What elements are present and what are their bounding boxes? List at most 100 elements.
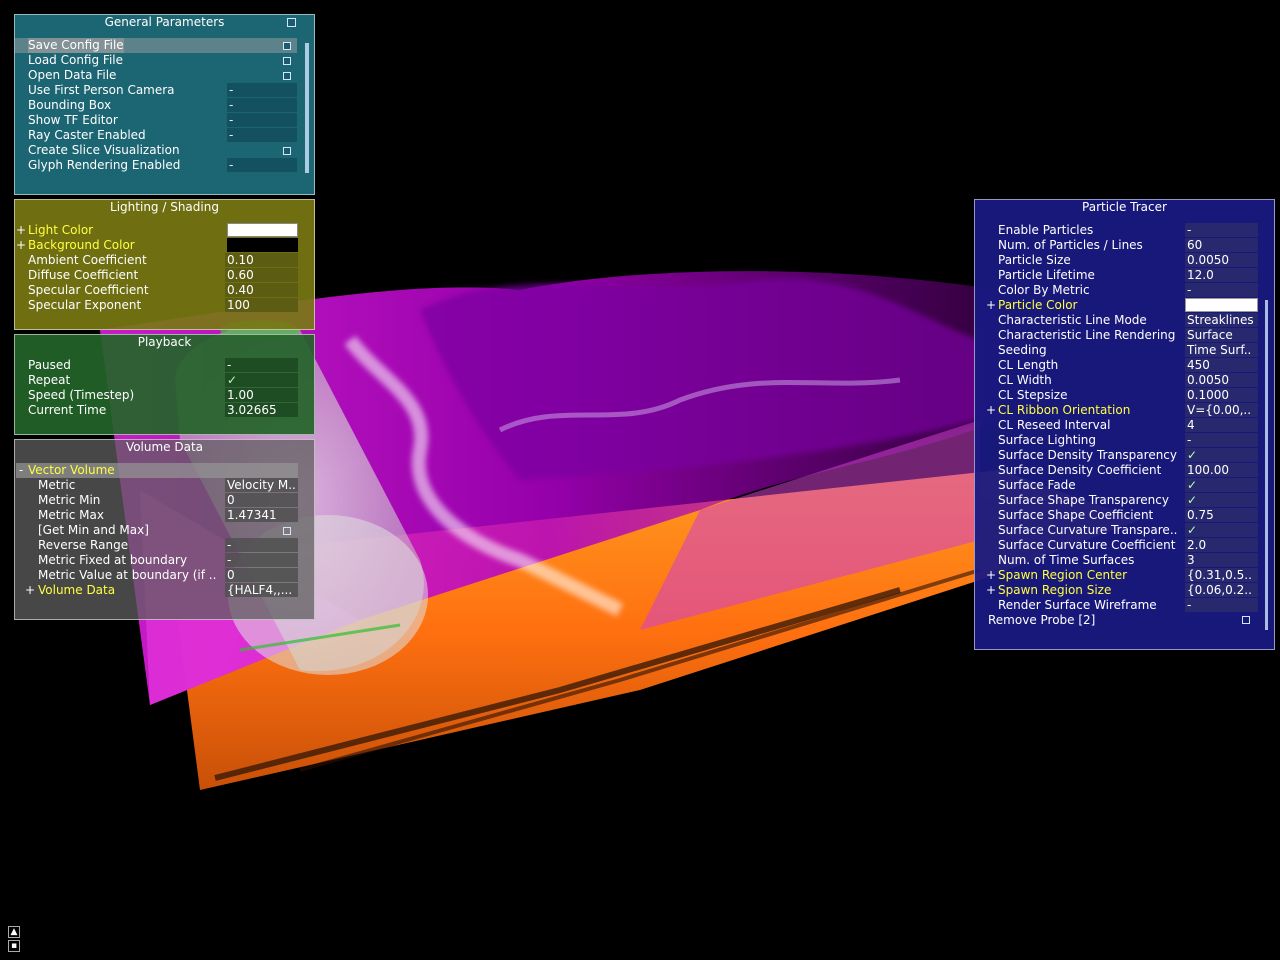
setting-row[interactable]: Enable Particles - [975, 223, 1274, 238]
setting-row[interactable]: Particle Lifetime 12.0 [975, 268, 1274, 283]
setting-value[interactable]: - [227, 128, 297, 142]
expand-icon[interactable]: + [986, 403, 996, 418]
setting-row[interactable]: Num. of Particles / Lines 60 [975, 238, 1274, 253]
setting-row[interactable]: Save Config File [15, 38, 297, 53]
setting-value[interactable]: - [227, 113, 297, 127]
setting-row[interactable]: Surface Density Coefficient 100.00 [975, 463, 1274, 478]
setting-value[interactable]: 0.0050 [1185, 253, 1258, 267]
lighting-shading-panel[interactable]: Lighting / Shading + Light Color + Backg… [14, 199, 315, 330]
arrow-up-icon[interactable]: ▲ [8, 926, 20, 938]
setting-value[interactable]: - [1185, 223, 1258, 237]
setting-value[interactable]: - [1185, 433, 1258, 447]
setting-value[interactable]: 0.1000 [1185, 388, 1258, 402]
setting-row[interactable]: Bounding Box - [15, 98, 314, 113]
setting-row[interactable]: Render Surface Wireframe - [975, 598, 1274, 613]
setting-row[interactable]: CL Reseed Interval 4 [975, 418, 1274, 433]
setting-row[interactable]: CL Stepsize 0.1000 [975, 388, 1274, 403]
setting-value[interactable]: 2.0 [1185, 538, 1258, 552]
setting-row[interactable]: Metric Min 0 [15, 493, 314, 508]
setting-row[interactable]: Surface Curvature Coefficient 2.0 [975, 538, 1274, 553]
setting-value[interactable]: {0.31,0.5.. [1185, 568, 1258, 582]
setting-row[interactable]: + Particle Color [975, 298, 1274, 313]
setting-row[interactable]: Characteristic Line Rendering Surface [975, 328, 1274, 343]
setting-value[interactable]: ✓ [1185, 448, 1258, 462]
setting-value[interactable]: - [225, 553, 298, 567]
setting-value[interactable]: {0.06,0.2.. [1185, 583, 1258, 597]
expand-icon[interactable]: + [986, 568, 996, 583]
expand-icon[interactable]: + [25, 583, 35, 598]
setting-value[interactable]: 3 [1185, 553, 1258, 567]
setting-row[interactable]: Show TF Editor - [15, 113, 314, 128]
setting-row[interactable]: Specular Exponent 100 [15, 298, 314, 313]
volume-data-row[interactable]: + Volume Data {HALF4,,... [15, 583, 314, 598]
settings-icon[interactable]: ▪ [8, 940, 20, 952]
setting-row[interactable]: Use First Person Camera - [15, 83, 314, 98]
setting-row[interactable]: Surface Lighting - [975, 433, 1274, 448]
action-button[interactable] [283, 147, 291, 155]
expand-icon[interactable]: + [986, 298, 996, 313]
setting-value[interactable]: 4 [1185, 418, 1258, 432]
setting-value[interactable]: 0.0050 [1185, 373, 1258, 387]
setting-value[interactable]: Velocity M.. [225, 478, 298, 492]
setting-row[interactable]: Current Time 3.02665 [15, 403, 314, 418]
setting-row[interactable]: Repeat ✓ [15, 373, 314, 388]
setting-value[interactable]: ✓ [1185, 493, 1258, 507]
light-color-row[interactable]: + Light Color [15, 223, 314, 238]
minimize-icon[interactable] [287, 18, 296, 27]
setting-row[interactable]: Seeding Time Surf.. [975, 343, 1274, 358]
setting-row[interactable]: Surface Density Transparency ✓ [975, 448, 1274, 463]
setting-value[interactable]: ✓ [1185, 523, 1258, 537]
setting-row[interactable]: Reverse Range - [15, 538, 314, 553]
setting-value[interactable]: 0 [225, 493, 298, 507]
setting-value[interactable]: Surface [1185, 328, 1258, 342]
setting-row[interactable]: Glyph Rendering Enabled - [15, 158, 314, 173]
setting-value[interactable]: 3.02665 [225, 403, 298, 417]
setting-value[interactable]: 1.47341 [225, 508, 298, 522]
setting-value[interactable]: 0.10 [225, 253, 298, 267]
setting-row[interactable]: Metric Value at boundary (if .. 0 [15, 568, 314, 583]
remove-probe-row[interactable]: Remove Probe [2] [975, 613, 1274, 628]
setting-value[interactable]: 0 [225, 568, 298, 582]
setting-row[interactable]: Surface Shape Coefficient 0.75 [975, 508, 1274, 523]
setting-row[interactable]: CL Length 450 [975, 358, 1274, 373]
setting-value[interactable]: 450 [1185, 358, 1258, 372]
playback-panel[interactable]: Playback Paused - Repeat ✓ Speed (Timestep) 1… [14, 334, 315, 435]
setting-row[interactable]: Create Slice Visualization [15, 143, 314, 158]
setting-row[interactable]: Ambient Coefficient 0.10 [15, 253, 314, 268]
setting-value[interactable]: 100 [225, 298, 298, 312]
volume-data-panel[interactable]: Volume Data - Vector Volume Metric Veloci… [14, 439, 315, 620]
expand-icon[interactable]: + [986, 583, 996, 598]
setting-row[interactable]: Paused - [15, 358, 314, 373]
action-button[interactable] [283, 72, 291, 80]
action-button[interactable] [283, 42, 291, 50]
setting-row[interactable]: Surface Fade ✓ [975, 478, 1274, 493]
action-button[interactable] [283, 527, 291, 535]
setting-value[interactable]: ✓ [225, 373, 298, 387]
collapse-icon[interactable]: - [16, 463, 26, 478]
setting-row[interactable]: Metric Max 1.47341 [15, 508, 314, 523]
setting-row[interactable]: Metric Velocity M.. [15, 478, 314, 493]
scrollbar[interactable] [1265, 300, 1268, 630]
expand-icon[interactable]: + [16, 238, 26, 253]
setting-row[interactable]: Particle Size 0.0050 [975, 253, 1274, 268]
setting-value[interactable]: 12.0 [1185, 268, 1258, 282]
setting-value[interactable]: 0.40 [225, 283, 298, 297]
setting-row[interactable]: Load Config File [15, 53, 314, 68]
setting-row[interactable]: Surface Shape Transparency ✓ [975, 493, 1274, 508]
background-color-row[interactable]: + Background Color [15, 238, 314, 253]
setting-row[interactable]: Open Data File [15, 68, 314, 83]
setting-row[interactable]: Num. of Time Surfaces 3 [975, 553, 1274, 568]
setting-row[interactable]: CL Width 0.0050 [975, 373, 1274, 388]
setting-value[interactable]: - [227, 158, 297, 172]
setting-value[interactable]: 0.75 [1185, 508, 1258, 522]
setting-row[interactable]: Surface Curvature Transpare.. ✓ [975, 523, 1274, 538]
setting-value[interactable] [1185, 298, 1258, 312]
setting-row[interactable]: + Spawn Region Center {0.31,0.5.. [975, 568, 1274, 583]
setting-value[interactable]: 0.60 [225, 268, 298, 282]
background-color-swatch[interactable] [227, 238, 298, 252]
particle-tracer-panel[interactable]: Particle Tracer Enable Particles - Num. of… [974, 199, 1275, 650]
action-button[interactable] [283, 57, 291, 65]
volume-data-value[interactable]: {HALF4,,... [225, 583, 298, 597]
setting-row[interactable]: Ray Caster Enabled - [15, 128, 314, 143]
vector-volume-group[interactable]: - Vector Volume [16, 463, 298, 478]
